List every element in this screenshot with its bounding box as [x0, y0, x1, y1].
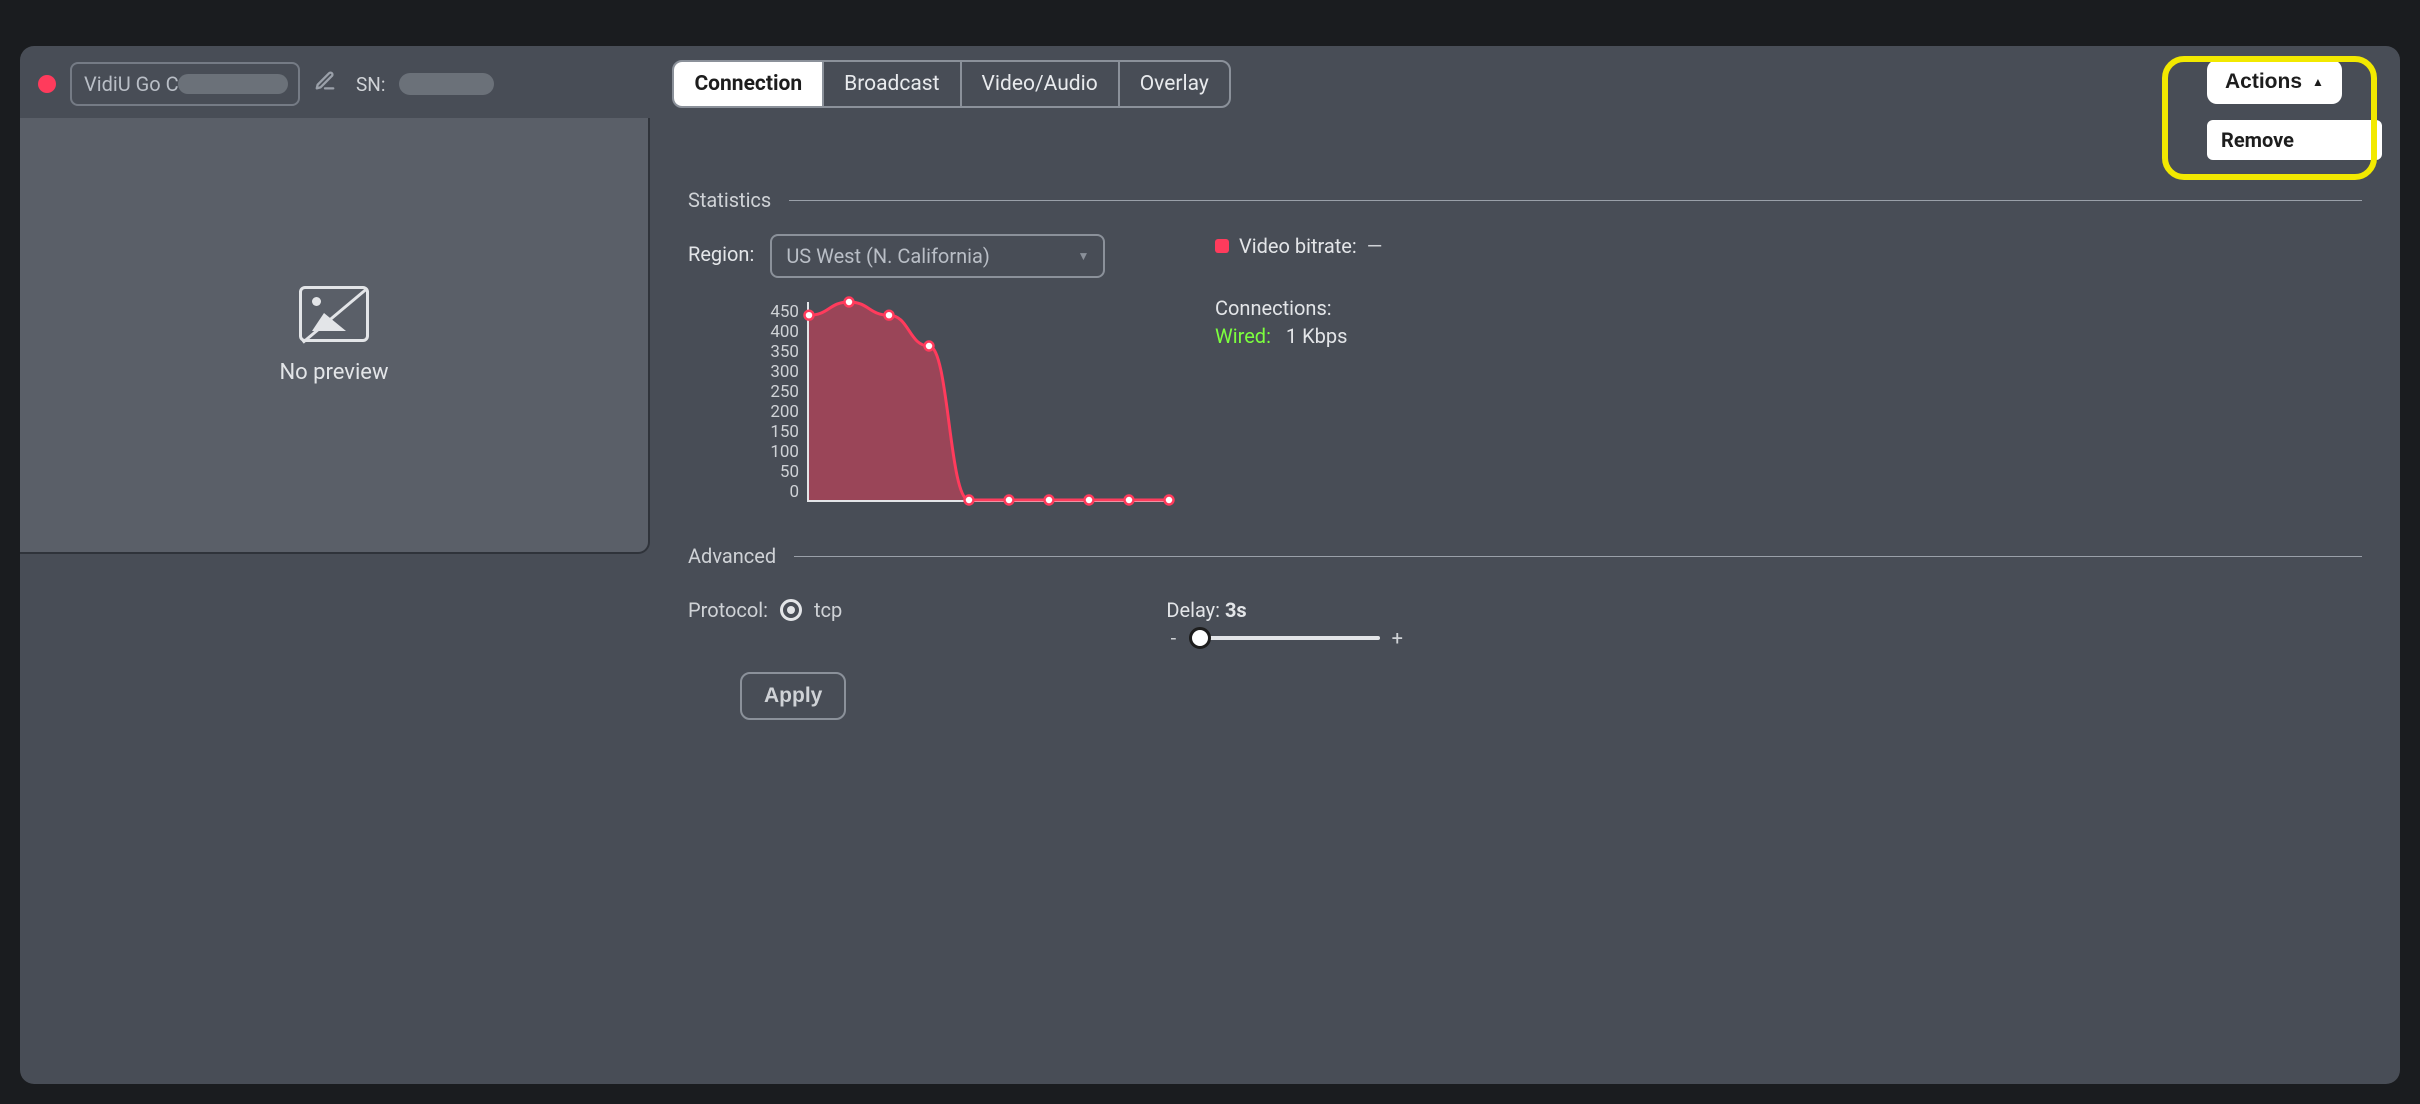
region-value: US West (N. California) — [786, 244, 990, 268]
chart-y-axis: 450400350300250200150100500 — [770, 302, 799, 502]
chart-y-tick: 200 — [770, 402, 799, 422]
actions-button-label: Actions — [2225, 70, 2302, 94]
chart-y-tick: 100 — [770, 442, 799, 462]
divider — [794, 556, 2362, 557]
region-label: Region: — [688, 242, 754, 266]
chart-y-tick: 400 — [770, 322, 799, 342]
advanced-title: Advanced — [688, 544, 776, 568]
protocol-label: Protocol: — [688, 598, 768, 622]
chart-y-tick: 350 — [770, 342, 799, 362]
chart-y-tick: 50 — [780, 462, 799, 482]
device-name-text: VidiU Go C — [84, 72, 179, 96]
chart-y-tick: 150 — [770, 422, 799, 442]
sn-redacted — [399, 73, 494, 95]
chart-wrap: 450400350300250200150100500 — [770, 302, 1169, 502]
sn-label: SN: — [356, 73, 385, 96]
bitrate-chart — [807, 302, 1169, 502]
delay-slider[interactable] — [1190, 636, 1380, 640]
caret-up-icon: ▲ — [2312, 75, 2324, 89]
statistics-header: Statistics — [688, 188, 2362, 212]
chart-y-tick: 450 — [770, 302, 799, 322]
delay-label: Delay: — [1166, 598, 1225, 622]
bitrate-value: — — [1367, 234, 1383, 258]
actions-wrap: Actions ▲ Remove — [2207, 60, 2382, 160]
record-indicator-icon — [38, 75, 56, 93]
chart-y-tick: 0 — [789, 482, 799, 502]
tab-connection[interactable]: Connection — [674, 62, 824, 106]
topbar: VidiU Go C SN: Connection Broadcast Vide… — [20, 46, 2400, 118]
statistics-title: Statistics — [688, 188, 771, 212]
tab-video-audio[interactable]: Video/Audio — [962, 62, 1120, 106]
connections-label: Connections: — [1215, 296, 1382, 320]
device-panel: VidiU Go C SN: Connection Broadcast Vide… — [20, 46, 2400, 1084]
tabs: Connection Broadcast Video/Audio Overlay — [672, 60, 1230, 108]
advanced-section: Advanced Protocol: tcp Apply Delay: 3s — [688, 544, 2362, 720]
chart-y-tick: 300 — [770, 362, 799, 382]
device-name-input[interactable]: VidiU Go C — [70, 62, 300, 106]
wired-label: Wired: — [1215, 324, 1271, 348]
wired-value: 1 Kbps — [1286, 324, 1348, 348]
chevron-down-icon: ▼ — [1077, 249, 1089, 263]
chart-y-tick: 250 — [770, 382, 799, 402]
delay-value: 3s — [1225, 598, 1247, 622]
actions-button[interactable]: Actions ▲ — [2207, 60, 2342, 104]
apply-button[interactable]: Apply — [740, 672, 846, 720]
advanced-header: Advanced — [688, 544, 2362, 568]
tab-overlay[interactable]: Overlay — [1120, 62, 1229, 106]
no-preview-text: No preview — [279, 360, 388, 385]
region-select[interactable]: US West (N. California) ▼ — [770, 234, 1105, 278]
delay-plus-button[interactable]: + — [1390, 626, 1404, 650]
content: Statistics Region: US West (N. Californi… — [650, 166, 2400, 1084]
edit-icon[interactable] — [314, 70, 336, 98]
device-name-redacted — [178, 74, 288, 94]
delay-minus-button[interactable]: - — [1166, 626, 1180, 650]
no-preview-icon — [299, 286, 369, 342]
right-stats: Video bitrate: — Connections: Wired: 1 K… — [1215, 234, 1382, 502]
bitrate-label: Video bitrate: — [1239, 234, 1357, 258]
protocol-radio-tcp[interactable] — [780, 599, 802, 621]
actions-menu-remove[interactable]: Remove — [2207, 120, 2382, 160]
tab-broadcast[interactable]: Broadcast — [824, 62, 961, 106]
delay-slider-thumb[interactable] — [1189, 627, 1211, 649]
divider — [789, 200, 2362, 201]
protocol-value: tcp — [814, 598, 842, 622]
preview-box: No preview — [20, 118, 650, 554]
legend-color-icon — [1215, 239, 1229, 253]
